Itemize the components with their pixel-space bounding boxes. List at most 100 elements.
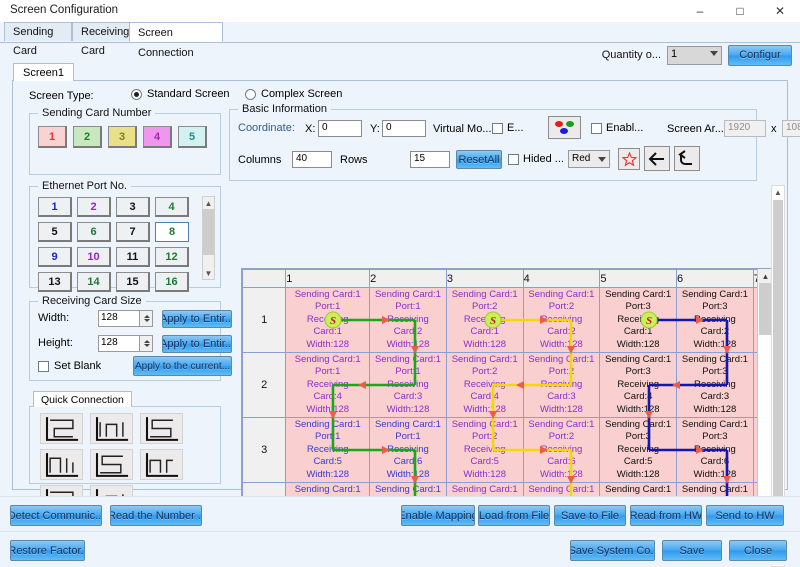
configure-button[interactable]: Configur [728, 45, 792, 66]
ethernet-port-button-2[interactable]: 2 [77, 197, 111, 217]
grid-col-header-2[interactable]: 2 [370, 270, 447, 288]
apply-current-button[interactable]: Apply to the current... [133, 356, 232, 376]
radio-standard-screen[interactable]: Standard Screen [131, 88, 230, 100]
grid-col-header-6[interactable]: 6 [677, 270, 754, 288]
ethernet-port-button-1[interactable]: 1 [38, 197, 72, 217]
detect-communication-button[interactable]: Detect Communic... [10, 505, 102, 526]
virtual-enable2-checkbox[interactable]: Enabl... [591, 122, 643, 134]
tab-screen1[interactable]: Screen1 [13, 63, 74, 81]
scroll-down-icon[interactable]: ▼ [203, 267, 214, 279]
load-from-file-button[interactable]: Load from File [478, 505, 550, 526]
grid-col-header-4[interactable]: 4 [523, 270, 600, 288]
apply-width-entire-button[interactable]: Apply to Entir... [162, 310, 232, 328]
quick-connection-pattern-4[interactable] [40, 449, 83, 480]
grid-cell-r3-c1[interactable]: Sending Card:1Port:1ReceivingCard:5Width… [286, 418, 370, 483]
quick-connection-pattern-1[interactable] [40, 413, 83, 444]
width-stepper[interactable]: 128 [98, 310, 153, 327]
height-spinner-buttons[interactable] [140, 335, 153, 352]
save-to-file-button[interactable]: Save to File [554, 505, 626, 526]
hided-checkbox[interactable]: Hided ... [508, 153, 564, 165]
rows-input[interactable]: 15 [410, 151, 450, 168]
grid-cell-r2-c6[interactable]: Sending Card:1Port:3ReceivingCard:3Width… [677, 353, 754, 418]
tab-sending-card[interactable]: Sending Card [4, 22, 72, 41]
sending-card-button-5[interactable]: 5 [178, 126, 207, 148]
star-icon[interactable] [618, 148, 640, 170]
grid-cell-r3-c6[interactable]: Sending Card:1Port:3ReceivingCard:6Width… [677, 418, 754, 483]
grid-cell-r2-c5[interactable]: Sending Card:1Port:3ReceivingCard:4Width… [600, 353, 677, 418]
ethernet-port-button-16[interactable]: 16 [155, 272, 189, 292]
ethernet-port-button-6[interactable]: 6 [77, 222, 111, 242]
grid-row-header-1[interactable]: 1 [243, 288, 286, 353]
ethernet-port-button-5[interactable]: 5 [38, 222, 72, 242]
grid-col-header-3[interactable]: 3 [446, 270, 523, 288]
grid-cell-r1-c5[interactable]: Sending Card:1Port:3ReceivingCard:1Width… [600, 288, 677, 353]
minimize-icon[interactable]: – [680, 0, 720, 22]
grid-cell-r2-c1[interactable]: Sending Card:1Port:1ReceivingCard:4Width… [286, 353, 370, 418]
grid-cell-r1-c2[interactable]: Sending Card:1Port:1ReceivingCard:2Width… [370, 288, 447, 353]
width-spinner-buttons[interactable] [140, 310, 153, 327]
color-select[interactable]: Red [568, 150, 610, 168]
grid-cell-r1-c4[interactable]: Sending Card:1Port:2ReceivingCard:2Width… [523, 288, 600, 353]
quantity-select[interactable]: 1 [667, 46, 722, 65]
grid-cell-r3-c3[interactable]: Sending Card:1Port:2ReceivingCard:5Width… [446, 418, 523, 483]
quick-connection-pattern-3[interactable] [140, 413, 183, 444]
maximize-icon[interactable]: □ [720, 0, 760, 22]
grid-col-header-5[interactable]: 5 [600, 270, 677, 288]
grid-cell-r3-c5[interactable]: Sending Card:1Port:3ReceivingCard:5Width… [600, 418, 677, 483]
width-input[interactable]: 128 [98, 310, 140, 327]
ethernet-port-button-15[interactable]: 15 [116, 272, 150, 292]
apply-height-entire-button[interactable]: Apply to Entir... [162, 335, 232, 353]
read-from-hw-button[interactable]: Read from HW [630, 505, 702, 526]
reset-all-button[interactable]: ResetAll [456, 150, 502, 169]
close-icon[interactable]: ✕ [760, 0, 800, 22]
sending-card-button-3[interactable]: 3 [108, 126, 137, 148]
grid-cell-r2-c2[interactable]: Sending Card:1Port:1ReceivingCard:3Width… [370, 353, 447, 418]
undo-arrow-icon[interactable] [674, 146, 700, 171]
grid-row-header-3[interactable]: 3 [243, 418, 286, 483]
scrollbar-thumb[interactable] [773, 200, 783, 520]
set-blank-checkbox[interactable]: Set Blank [38, 360, 101, 372]
quick-connection-pattern-5[interactable] [90, 449, 133, 480]
quick-connection-pattern-6[interactable] [140, 449, 183, 480]
ethernet-port-button-10[interactable]: 10 [77, 247, 111, 267]
tab-screen-connection[interactable]: Screen Connection [129, 22, 223, 42]
ethernet-port-button-9[interactable]: 9 [38, 247, 72, 267]
virtual-enable-checkbox[interactable]: E... [492, 122, 524, 134]
enable-mapping-button[interactable]: Enable Mapping [401, 505, 475, 526]
ethernet-port-button-7[interactable]: 7 [116, 222, 150, 242]
ethernet-port-scrollbar[interactable]: ▲ ▼ [202, 196, 215, 280]
grid-cell-r1-c1[interactable]: Sending Card:1Port:1ReceivingCard:1Width… [286, 288, 370, 353]
arrow-left-icon[interactable] [644, 146, 670, 171]
grid-cell-r1-c6[interactable]: Sending Card:1Port:3ReceivingCard:2Width… [677, 288, 754, 353]
save-system-config-button[interactable]: Save System Co.. [570, 540, 655, 561]
save-button[interactable]: Save [662, 540, 722, 561]
ethernet-port-button-13[interactable]: 13 [38, 272, 72, 292]
ethernet-port-button-11[interactable]: 11 [116, 247, 150, 267]
sending-card-button-1[interactable]: 1 [38, 126, 67, 148]
radio-complex-screen[interactable]: Complex Screen [245, 88, 342, 100]
scroll-up-icon[interactable]: ▲ [203, 197, 214, 209]
grid-cell-r1-c3[interactable]: Sending Card:1Port:2ReceivingCard:1Width… [446, 288, 523, 353]
grid-col-header-1[interactable]: 1 [286, 270, 370, 288]
x-input[interactable]: 0 [318, 120, 362, 137]
restore-factory-button[interactable]: Restore Factor.. [10, 540, 85, 561]
grid-row-header-2[interactable]: 2 [243, 353, 286, 418]
grid-cell-r2-c3[interactable]: Sending Card:1Port:2ReceivingCard:4Width… [446, 353, 523, 418]
y-input[interactable]: 0 [382, 120, 426, 137]
sending-card-button-4[interactable]: 4 [143, 126, 172, 148]
close-button[interactable]: Close [729, 540, 787, 561]
grid-cell-r3-c2[interactable]: Sending Card:1Port:1ReceivingCard:6Width… [370, 418, 447, 483]
ethernet-port-button-14[interactable]: 14 [77, 272, 111, 292]
send-to-hw-button[interactable]: Send to HW [706, 505, 784, 526]
ethernet-port-button-8[interactable]: 8 [155, 222, 189, 242]
rgb-dots-icon[interactable] [548, 116, 581, 139]
scrollbar-thumb[interactable] [203, 209, 214, 255]
height-input[interactable]: 128 [98, 335, 140, 352]
columns-input[interactable]: 40 [292, 151, 332, 168]
ethernet-port-button-3[interactable]: 3 [116, 197, 150, 217]
height-stepper[interactable]: 128 [98, 335, 153, 352]
grid-cell-r3-c4[interactable]: Sending Card:1Port:2ReceivingCard:6Width… [523, 418, 600, 483]
quick-connection-pattern-2[interactable] [90, 413, 133, 444]
ethernet-port-button-4[interactable]: 4 [155, 197, 189, 217]
read-the-number-button[interactable]: Read the Number .. [110, 505, 202, 526]
